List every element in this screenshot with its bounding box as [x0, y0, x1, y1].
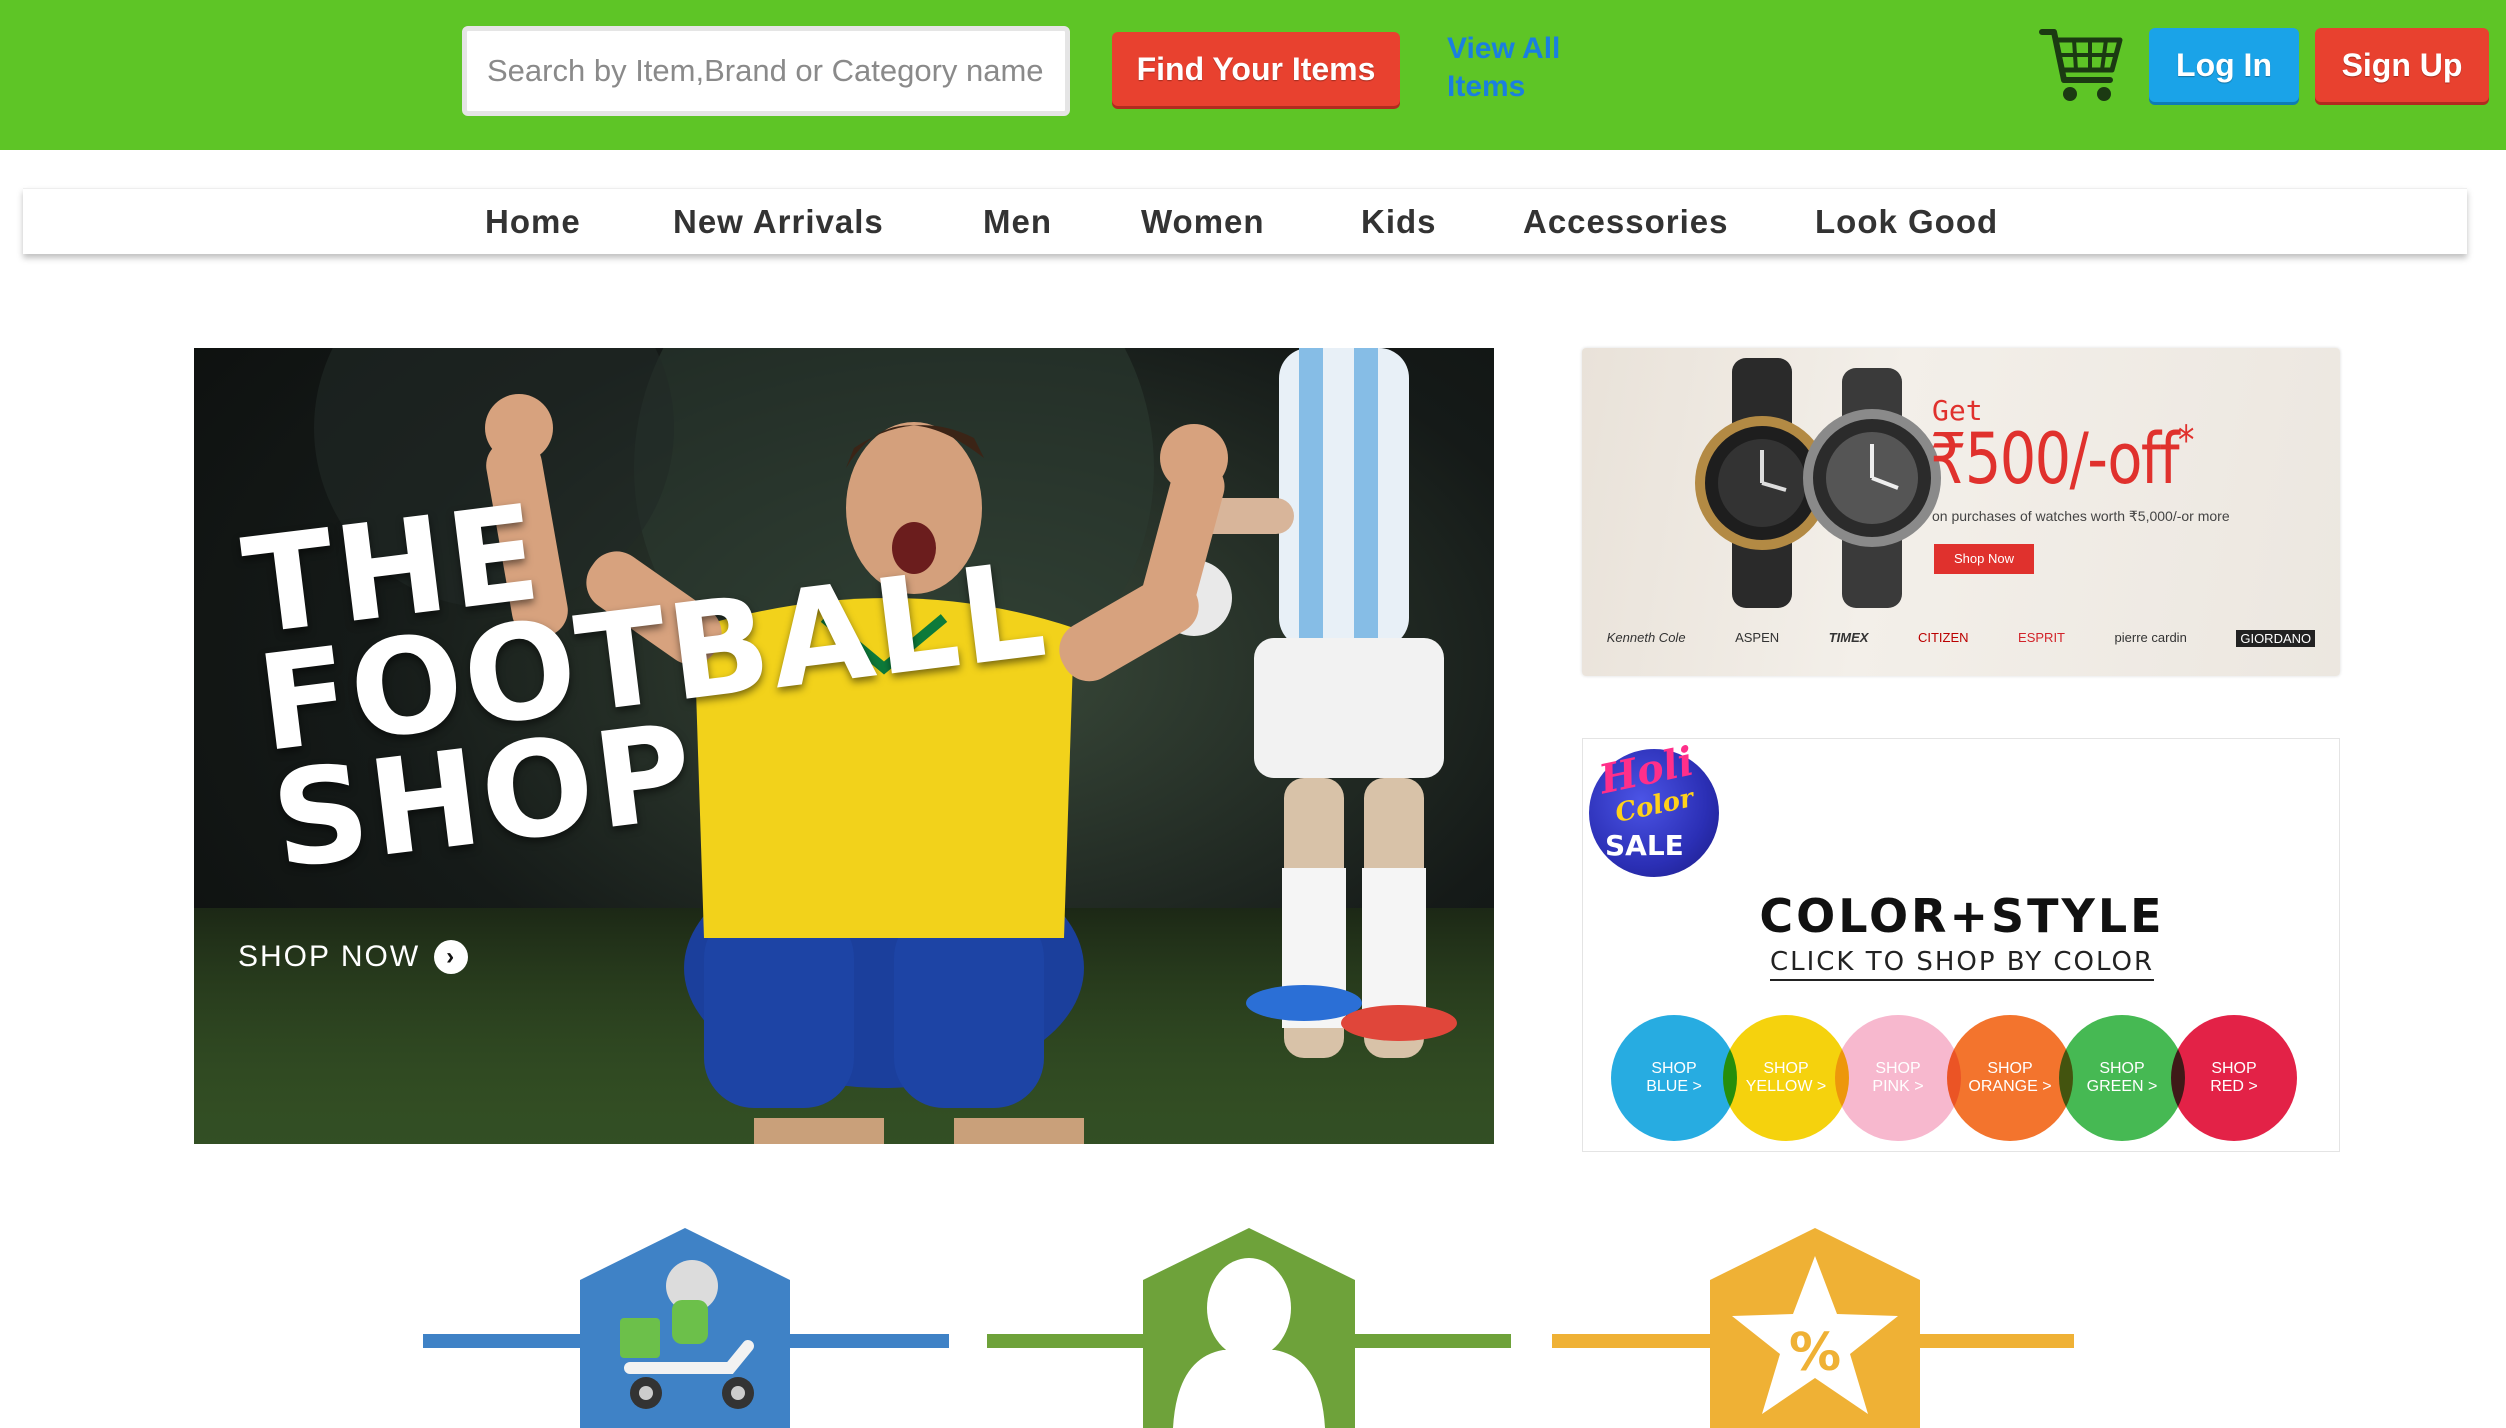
brand-timex: TIMEX: [1828, 630, 1869, 645]
shop-color-label-top: SHOP: [1651, 1060, 1697, 1077]
find-items-button[interactable]: Find Your Items: [1112, 32, 1400, 106]
shop-color-label-bottom: ORANGE >: [1968, 1078, 2052, 1095]
brand-citizen: CITIZEN: [1917, 630, 1969, 645]
watch-brand-row: Kenneth Cole ASPEN TIMEX CITIZEN ESPRIT …: [1582, 630, 2340, 647]
shop-color-circle[interactable]: SHOP ORANGE >: [1947, 1015, 2073, 1141]
shop-color-label-top: SHOP: [1987, 1060, 2033, 1077]
hero-shop-now-label: SHOP NOW: [238, 940, 421, 973]
login-button[interactable]: Log In: [2149, 28, 2299, 102]
shop-color-circle[interactable]: SHOP GREEN >: [2059, 1015, 2185, 1141]
shop-color-label-top: SHOP: [2099, 1060, 2145, 1077]
color-style-subtitle: CLICK TO SHOP BY COLOR: [1769, 947, 2155, 981]
delivery-scooter-icon: [580, 1228, 790, 1428]
watch-offer-banner[interactable]: Get ₹500/-off* on purchases of watches w…: [1582, 348, 2340, 676]
color-style-banner[interactable]: Holi Color SALE COLOR+STYLE CLICK TO SHO…: [1582, 738, 2340, 1152]
nav-item-men[interactable]: Men: [983, 203, 1052, 241]
color-style-title: COLOR+STYLE: [1759, 889, 2165, 943]
color-style-subtitle-wrap: CLICK TO SHOP BY COLOR: [1583, 947, 2339, 981]
offer-asterisk: *: [2177, 418, 2194, 464]
watch-shop-now-button[interactable]: Shop Now: [1934, 544, 2034, 574]
nav-item-home[interactable]: Home: [485, 203, 581, 241]
shop-color-label-bottom: PINK >: [1872, 1078, 1924, 1095]
view-all-items-link[interactable]: View All Items: [1447, 30, 1607, 106]
shop-color-label-bottom: YELLOW >: [1745, 1078, 1827, 1095]
shop-color-circle[interactable]: SHOP YELLOW >: [1723, 1015, 1849, 1141]
shop-color-label-bottom: RED >: [2210, 1078, 2258, 1095]
signup-button[interactable]: Sign Up: [2315, 28, 2489, 102]
shop-color-label-top: SHOP: [1763, 1060, 1809, 1077]
offer-amount-text: ₹500/-off: [1930, 418, 2180, 500]
shop-color-circle[interactable]: SHOP BLUE >: [1611, 1015, 1737, 1141]
shop-color-circle[interactable]: SHOP RED >: [2171, 1015, 2297, 1141]
brand-aspen: ASPEN: [1735, 630, 1780, 645]
user-icon: [1143, 1228, 1355, 1428]
nav-item-kids[interactable]: Kids: [1361, 203, 1437, 241]
brand-pierre-cardin: pierre cardin: [2114, 630, 2187, 645]
shop-color-label-bottom: BLUE >: [1646, 1078, 1702, 1095]
shop-color-label-bottom: GREEN >: [2086, 1078, 2158, 1095]
offer-subtext: on purchases of watches worth ₹5,000/-or…: [1932, 508, 2230, 524]
search-input[interactable]: [462, 26, 1070, 116]
nav-item-women[interactable]: Women: [1141, 203, 1265, 241]
shop-color-circle[interactable]: SHOP PINK >: [1835, 1015, 1961, 1141]
offer-amount: ₹500/-off*: [1930, 418, 2194, 500]
arrow-right-icon: ›: [434, 940, 469, 974]
hero-shop-now[interactable]: SHOP NOW ›: [238, 940, 469, 974]
brand-giordano: GIORDANO: [2236, 630, 2316, 647]
brand-kenneth-cole: Kenneth Cole: [1606, 630, 1686, 645]
badge-sale: SALE: [1605, 829, 1684, 862]
nav-item-new-arrivals[interactable]: New Arrivals: [673, 203, 884, 241]
nav-item-look-good[interactable]: Look Good: [1815, 203, 1998, 241]
shop-color-label-top: SHOP: [1875, 1060, 1921, 1077]
main-navigation: Home New Arrivals Men Women Kids Accesso…: [23, 188, 2467, 254]
football-shop-banner[interactable]: THE FOOTBALL SHOP SHOP NOW ›: [194, 348, 1494, 1144]
brand-esprit: ESPRIT: [2018, 630, 2066, 645]
color-circles-row: SHOP BLUE > SHOP YELLOW > SHOP PINK > SHOP ORAN…: [1611, 1015, 2331, 1141]
nav-item-accessories[interactable]: Accessories: [1523, 203, 1728, 241]
svg-text:%: %: [1789, 1323, 1841, 1383]
shop-color-label-top: SHOP: [2211, 1060, 2257, 1077]
discount-star-icon: %: [1710, 1228, 1920, 1428]
watches-image: [1695, 358, 1941, 608]
holi-sale-badge: Holi Color SALE: [1589, 739, 1719, 877]
shopping-cart-icon[interactable]: [2038, 22, 2124, 106]
